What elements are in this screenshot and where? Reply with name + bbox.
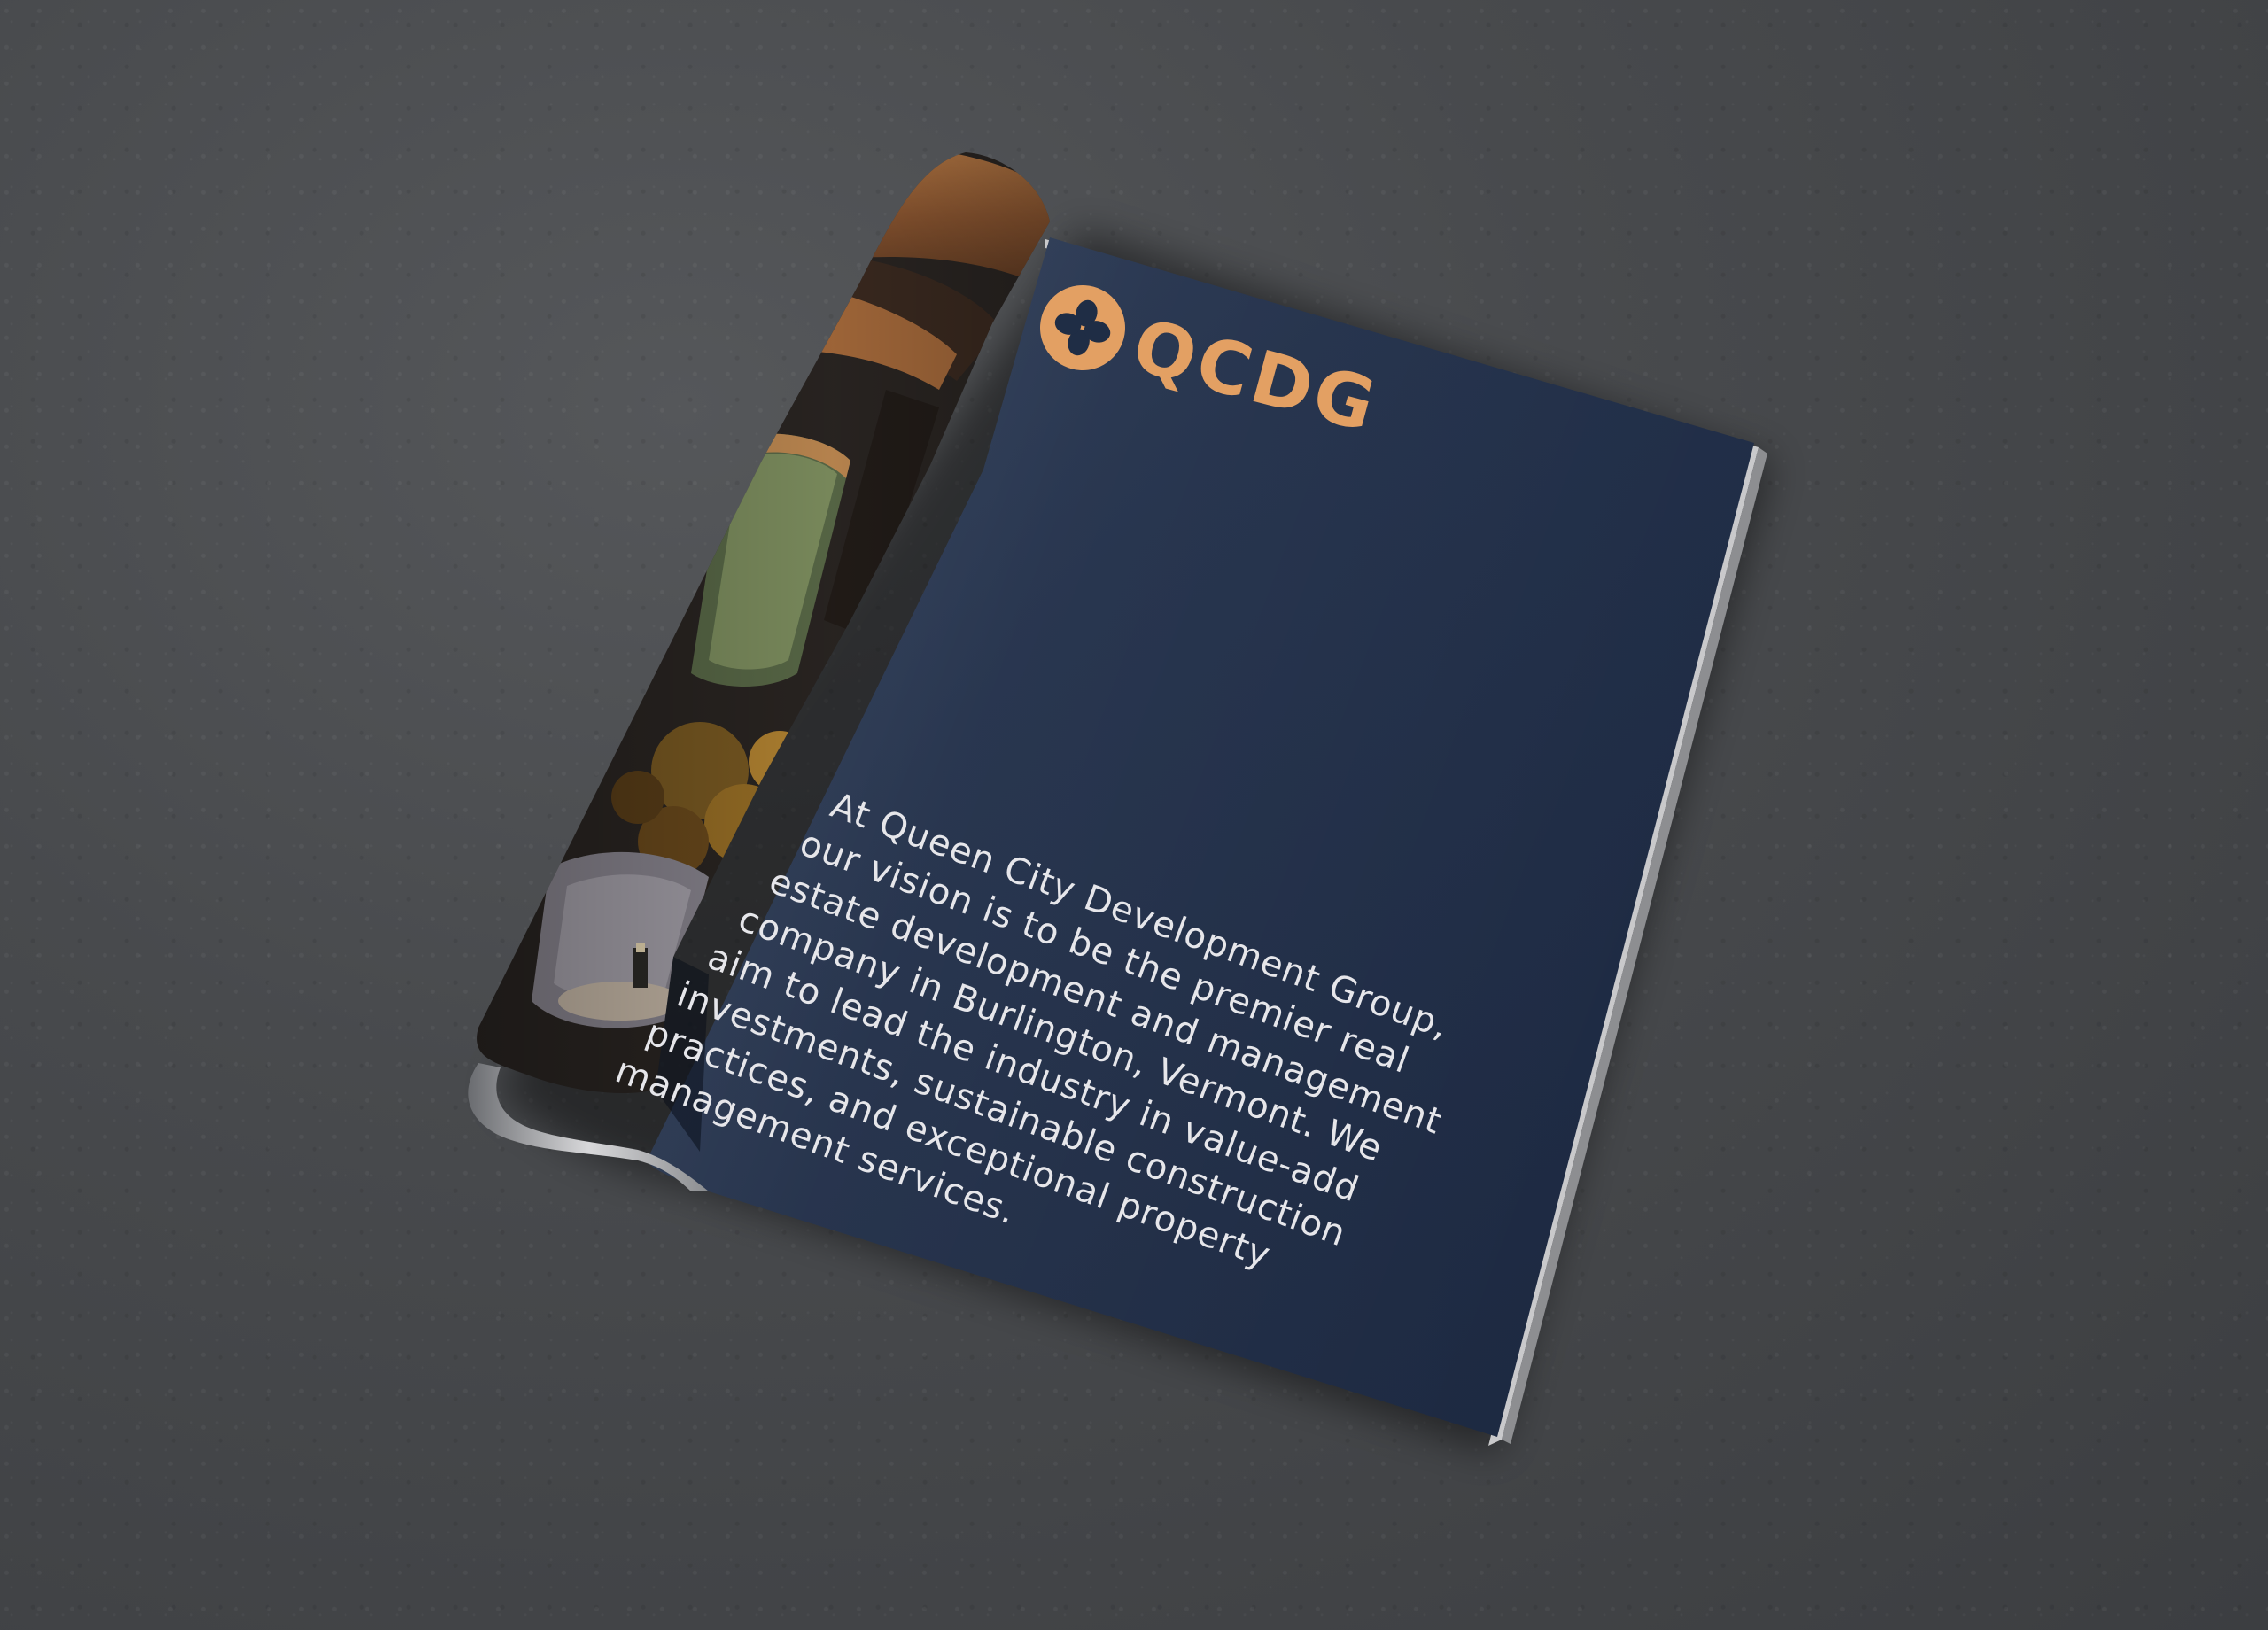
magazine-mockup: QCDG At Queen City Development Group, ou… bbox=[468, 152, 1772, 1453]
